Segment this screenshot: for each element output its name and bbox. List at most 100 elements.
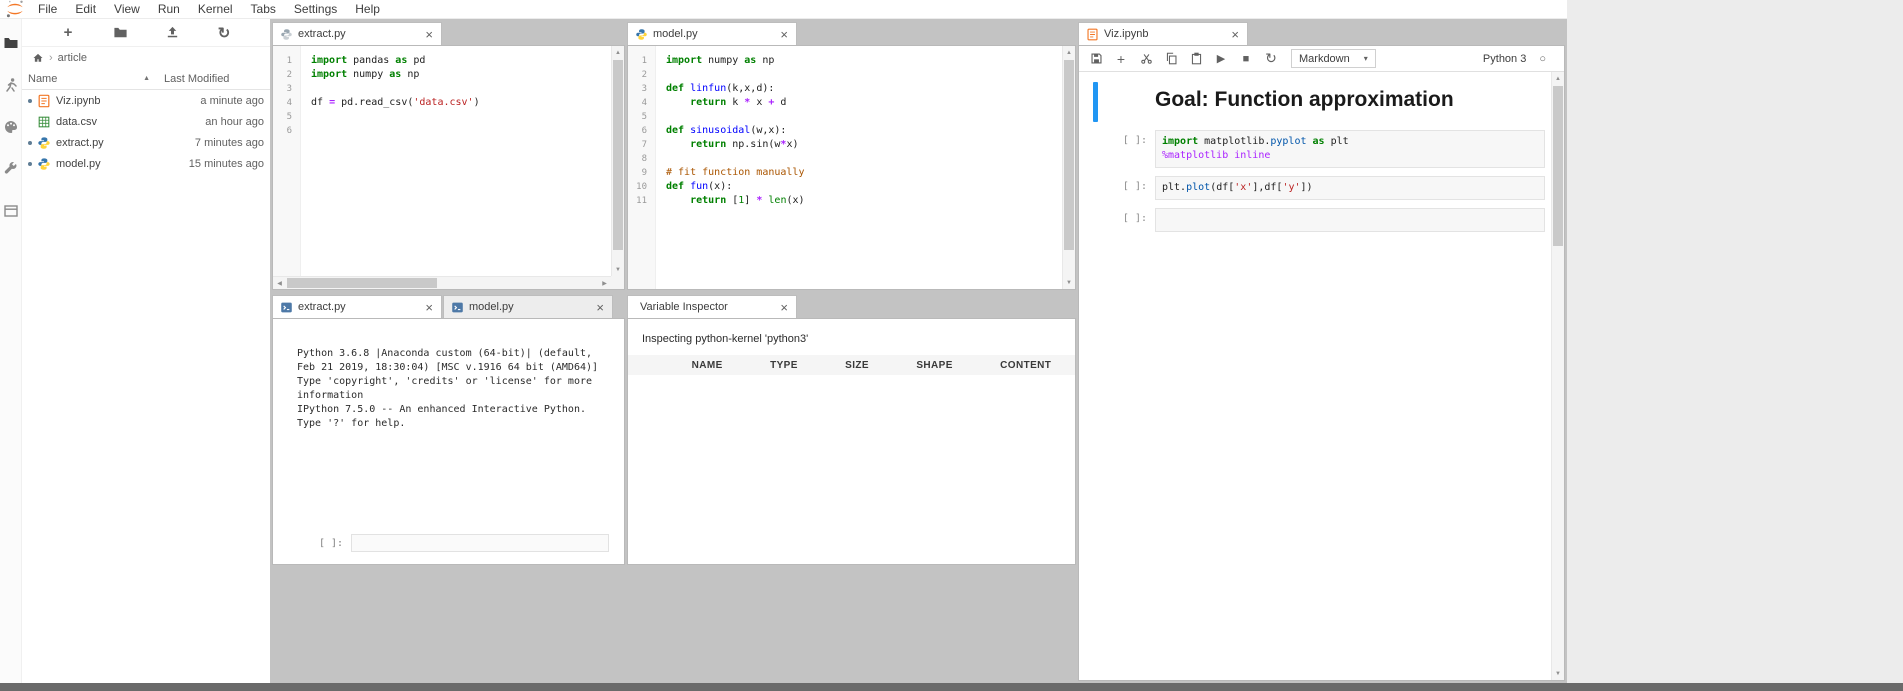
- open-tabs-icon[interactable]: [3, 203, 19, 219]
- scrollbar-thumb[interactable]: [1064, 60, 1074, 250]
- file-list-header: Name ▲ Last Modified: [22, 68, 270, 90]
- scroll-left-icon[interactable]: ◀: [273, 277, 286, 289]
- refresh-file-list-button[interactable]: ↻: [214, 23, 234, 43]
- menu-edit[interactable]: Edit: [66, 0, 105, 19]
- column-last-modified[interactable]: Last Modified: [164, 73, 264, 85]
- open-indicator: [28, 140, 37, 145]
- console-tab-bar: extract.py × model.py ×: [272, 295, 625, 318]
- console-tab-extract-py[interactable]: extract.py ×: [272, 295, 442, 318]
- command-palette-icon[interactable]: [3, 119, 19, 135]
- text-editor: 123456 import pandas as pd import numpy a…: [272, 45, 625, 290]
- home-icon[interactable]: [32, 52, 44, 64]
- console-tab-model-py[interactable]: model.py ×: [443, 295, 613, 318]
- cell-input[interactable]: import matplotlib.pyplot as plt %matplotl…: [1155, 130, 1545, 168]
- editor-tab-bar: extract.py ×: [272, 22, 625, 45]
- save-button[interactable]: [1085, 48, 1107, 70]
- close-icon[interactable]: ×: [424, 301, 434, 314]
- interrupt-kernel-button[interactable]: ■: [1235, 48, 1257, 70]
- cell-type-select[interactable]: Markdown ▾: [1291, 49, 1376, 68]
- paste-cells-button[interactable]: [1185, 48, 1207, 70]
- kernel-name[interactable]: Python 3: [1483, 53, 1526, 65]
- file-row-extract-py[interactable]: extract.py 7 minutes ago: [22, 132, 270, 153]
- tab-label: model.py: [653, 28, 698, 40]
- file-row-viz-ipynb[interactable]: Viz.ipynb a minute ago: [22, 90, 270, 111]
- column-name[interactable]: Name: [28, 73, 57, 85]
- code-cell[interactable]: [ ]: import matplotlib.pyplot as plt %mat…: [1093, 130, 1545, 168]
- code-editor-extract[interactable]: import pandas as pd import numpy as np df…: [301, 46, 624, 289]
- vertical-scrollbar[interactable]: ▲ ▼: [1551, 72, 1564, 680]
- scroll-up-icon[interactable]: ▲: [1552, 72, 1564, 85]
- close-icon[interactable]: ×: [1230, 28, 1240, 41]
- markdown-cell[interactable]: Goal: Function approximation: [1093, 82, 1545, 122]
- file-row-model-py[interactable]: model.py 15 minutes ago: [22, 153, 270, 174]
- menu-file[interactable]: File: [29, 0, 66, 19]
- scrollbar-thumb[interactable]: [613, 60, 623, 250]
- restart-kernel-button[interactable]: ↻: [1260, 48, 1282, 70]
- close-icon[interactable]: ×: [779, 301, 789, 314]
- column-shape: SHAPE: [916, 359, 953, 371]
- menu-tabs[interactable]: Tabs: [242, 0, 285, 19]
- notebook: + ▶ ■ ↻ Markdown ▾ Python 3 ○ Goal: Func…: [1078, 45, 1565, 681]
- tab-label: Viz.ipynb: [1104, 28, 1149, 40]
- file-row-data-csv[interactable]: data.csv an hour ago: [22, 111, 270, 132]
- vertical-scrollbar[interactable]: ▲ ▼: [1062, 46, 1075, 289]
- cut-cells-button[interactable]: [1135, 48, 1157, 70]
- add-cell-button[interactable]: +: [1110, 48, 1132, 70]
- horizontal-scrollbar[interactable]: ◀ ▶: [273, 276, 611, 289]
- column-name: NAME: [691, 359, 723, 371]
- code-console-icon: [451, 301, 464, 314]
- scroll-down-icon[interactable]: ▼: [1063, 276, 1075, 289]
- tab-viz-ipynb[interactable]: Viz.ipynb ×: [1078, 22, 1248, 45]
- menu-run[interactable]: Run: [149, 0, 189, 19]
- text-editor: 1 2 3 4 5 6 7 8 9 10 11 import numpy as np def lin…: [627, 45, 1076, 290]
- scrollbar-thumb[interactable]: [287, 278, 437, 288]
- scrollbar-thumb[interactable]: [1553, 86, 1563, 246]
- scroll-down-icon[interactable]: ▼: [612, 263, 624, 276]
- cell-input[interactable]: [1155, 208, 1545, 232]
- scroll-down-icon[interactable]: ▼: [1552, 667, 1564, 680]
- line-number-gutter: 123456: [273, 46, 301, 289]
- code-cell[interactable]: [ ]: plt.plot(df['x'],df['y']): [1093, 176, 1545, 200]
- menu-help[interactable]: Help: [346, 0, 389, 19]
- line-number-gutter: 1 2 3 4 5 6 7 8 9 10 11: [628, 46, 656, 289]
- tab-label: extract.py: [298, 301, 346, 313]
- file-browser-icon[interactable]: [3, 35, 19, 51]
- vertical-scrollbar[interactable]: ▲ ▼: [611, 46, 624, 276]
- scroll-up-icon[interactable]: ▲: [1063, 46, 1075, 59]
- scrollbar-corner: [611, 276, 624, 289]
- upload-button[interactable]: [162, 23, 182, 43]
- breadcrumb: › article: [22, 47, 270, 68]
- breadcrumb-folder[interactable]: article: [58, 52, 87, 64]
- console-prompt: [ ]:: [319, 537, 344, 549]
- new-launcher-button[interactable]: +: [58, 23, 78, 43]
- new-folder-button[interactable]: [110, 23, 130, 43]
- python-file-icon: [635, 28, 648, 41]
- code-console-icon: [280, 301, 293, 314]
- scroll-right-icon[interactable]: ▶: [598, 277, 611, 289]
- jupyter-logo-icon: [5, 0, 25, 18]
- status-bar: [0, 683, 1903, 691]
- breadcrumb-separator: ›: [49, 51, 53, 64]
- copy-cells-button[interactable]: [1160, 48, 1182, 70]
- tab-extract-py[interactable]: extract.py ×: [272, 22, 442, 45]
- scroll-up-icon[interactable]: ▲: [612, 46, 624, 59]
- console-input-row: [ ]:: [273, 534, 624, 552]
- menu-kernel[interactable]: Kernel: [189, 0, 242, 19]
- code-editor-model[interactable]: import numpy as np def linfun(k,x,d): re…: [656, 46, 1075, 289]
- inspector-status-text: Inspecting python-kernel 'python3': [642, 333, 809, 345]
- menu-view[interactable]: View: [105, 0, 149, 19]
- code-cell[interactable]: [ ]:: [1093, 208, 1545, 232]
- tab-variable-inspector[interactable]: Variable Inspector ×: [627, 295, 797, 318]
- cell-tools-icon[interactable]: [3, 161, 19, 177]
- run-cell-button[interactable]: ▶: [1210, 48, 1232, 70]
- console-input[interactable]: [351, 534, 609, 552]
- menubar: File Edit View Run Kernel Tabs Settings …: [0, 0, 1567, 19]
- cell-input[interactable]: plt.plot(df['x'],df['y']): [1155, 176, 1545, 200]
- close-icon[interactable]: ×: [595, 301, 605, 314]
- running-sessions-icon[interactable]: [3, 77, 19, 93]
- close-icon[interactable]: ×: [424, 28, 434, 41]
- menu-settings[interactable]: Settings: [285, 0, 346, 19]
- close-icon[interactable]: ×: [779, 28, 789, 41]
- tab-model-py[interactable]: model.py ×: [627, 22, 797, 45]
- inspector-table-header: NAME TYPE SIZE SHAPE CONTENT: [628, 355, 1075, 375]
